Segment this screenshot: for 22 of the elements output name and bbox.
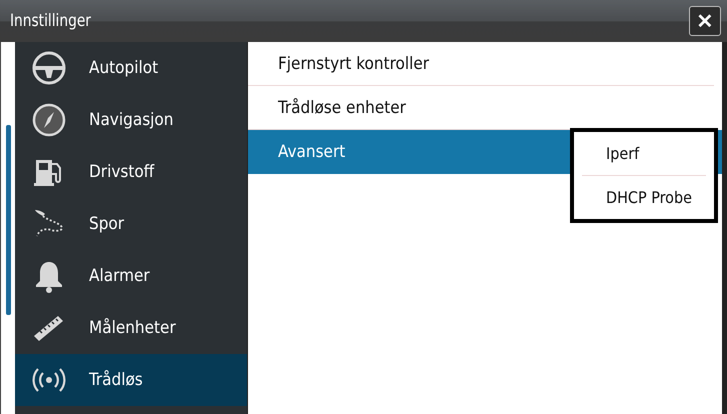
sidebar-item-label: Målenheter: [89, 318, 176, 338]
sidebar-item-label: Spor: [89, 214, 124, 234]
sidebar-item-label: Alarmer: [89, 266, 150, 286]
sidebar-item[interactable]: Drivstoff: [15, 146, 247, 198]
sidebar-item[interactable]: Spor: [15, 198, 247, 250]
sidebar-item[interactable]: Autopilot: [15, 42, 247, 94]
close-button[interactable]: ✕: [689, 6, 721, 36]
sidebar-item[interactable]: Målenheter: [15, 302, 247, 354]
popup-menu-item[interactable]: DHCP Probe: [582, 176, 706, 219]
steering-wheel-icon: [31, 50, 67, 86]
sidebar-item[interactable]: Alarmer: [15, 250, 247, 302]
sidebar-item-label: Navigasjon: [89, 110, 174, 130]
sidebar-item[interactable]: Trådløs: [15, 354, 247, 406]
popup-menu-item[interactable]: Iperf: [582, 132, 706, 176]
sidebar-item[interactable]: Navigasjon: [15, 94, 247, 146]
menu-item[interactable]: Fjernstyrt kontroller: [248, 42, 714, 86]
sidebar-item-label: Autopilot: [89, 58, 158, 78]
compass-icon: [31, 102, 67, 138]
sidebar-item-label: Drivstoff: [89, 162, 154, 182]
sidebar-item-label: Trådløs: [89, 370, 143, 390]
scrollbar[interactable]: [6, 125, 10, 315]
window-title: Innstillinger: [10, 11, 91, 31]
